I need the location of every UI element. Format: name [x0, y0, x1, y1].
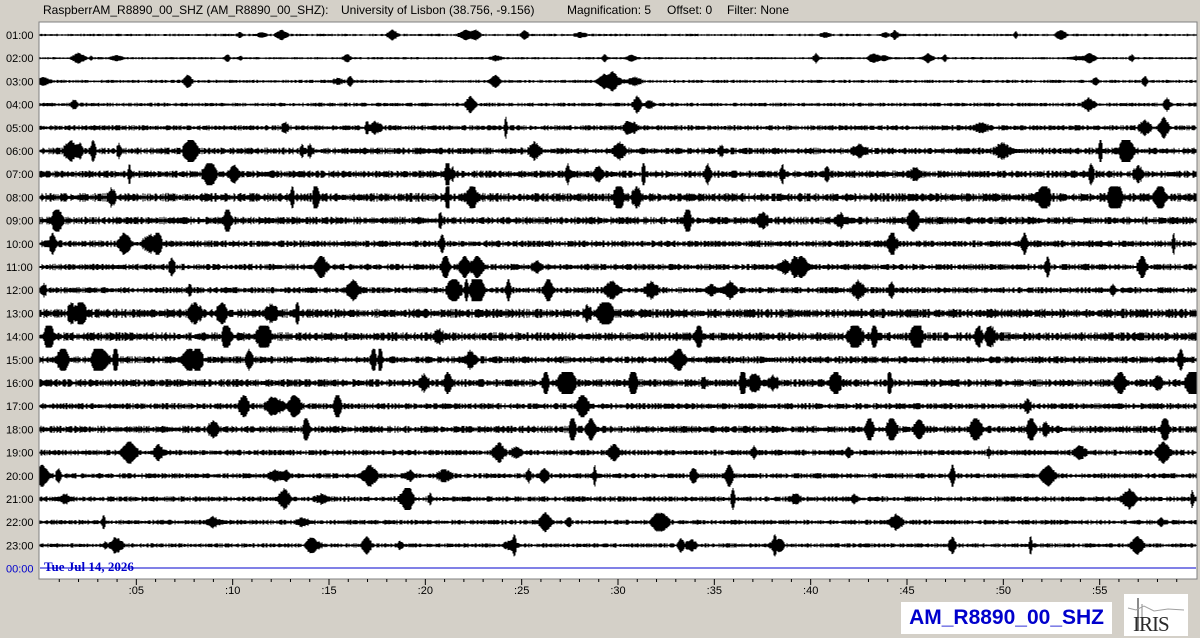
row-label: 11:00	[6, 262, 33, 274]
row-label: 16:00	[6, 378, 34, 390]
x-tick-label: :35	[707, 585, 722, 597]
row-label: 05:00	[6, 123, 34, 135]
row-label: 06:00	[6, 146, 34, 158]
row-label: 04:00	[6, 100, 34, 112]
channel-label: AM_R8890_00_SHZ	[901, 602, 1112, 634]
row-label: 21:00	[6, 494, 34, 506]
row-label: 01:00	[6, 30, 34, 42]
row-label: 15:00	[6, 355, 34, 367]
row-label: 17:00	[6, 401, 34, 413]
helicorder-plot: 01:00 02:00 03:00 04:00 05:00 06:00 07:00 08:00…	[6, 21, 1198, 597]
row-label: 23:00	[6, 540, 34, 552]
date-label: Tue Jul 14, 2026	[44, 559, 134, 574]
x-tick-label: :55	[1092, 585, 1107, 597]
row-label: 12:00	[6, 285, 34, 297]
row-label: 20:00	[6, 471, 34, 483]
row-label: 03:00	[6, 76, 34, 88]
row-label: 22:00	[6, 517, 34, 529]
x-tick-label: :05	[129, 585, 144, 597]
row-label: 02:00	[6, 53, 34, 65]
x-tick-label: :30	[610, 585, 625, 597]
x-tick-label: :50	[996, 585, 1011, 597]
row-label: 19:00	[6, 448, 34, 460]
x-tick-label: :15	[321, 585, 336, 597]
x-tick-label: :20	[418, 585, 433, 597]
row-label: 08:00	[6, 192, 34, 204]
row-label: 09:00	[6, 216, 34, 228]
row-label: 10:00	[6, 239, 34, 251]
iris-logo-text: IRIS	[1133, 612, 1170, 636]
x-tick-label: :45	[899, 585, 914, 597]
x-tick-label: :10	[225, 585, 240, 597]
row-label: 00:00	[6, 564, 34, 576]
row-label: 07:00	[6, 169, 34, 181]
row-label: 14:00	[6, 332, 34, 344]
row-label: 18:00	[6, 424, 34, 436]
x-tick-label: :40	[803, 585, 818, 597]
x-tick-label: :25	[514, 585, 529, 597]
row-label-group: 01:00 02:00 03:00 04:00 05:00 06:00 07:00 08:00…	[6, 30, 34, 576]
row-label: 13:00	[6, 308, 34, 320]
x-tick-group: :05 :10 :15 :20 :25 :30 :35 :40 :45 :50 :55	[58, 579, 1178, 597]
